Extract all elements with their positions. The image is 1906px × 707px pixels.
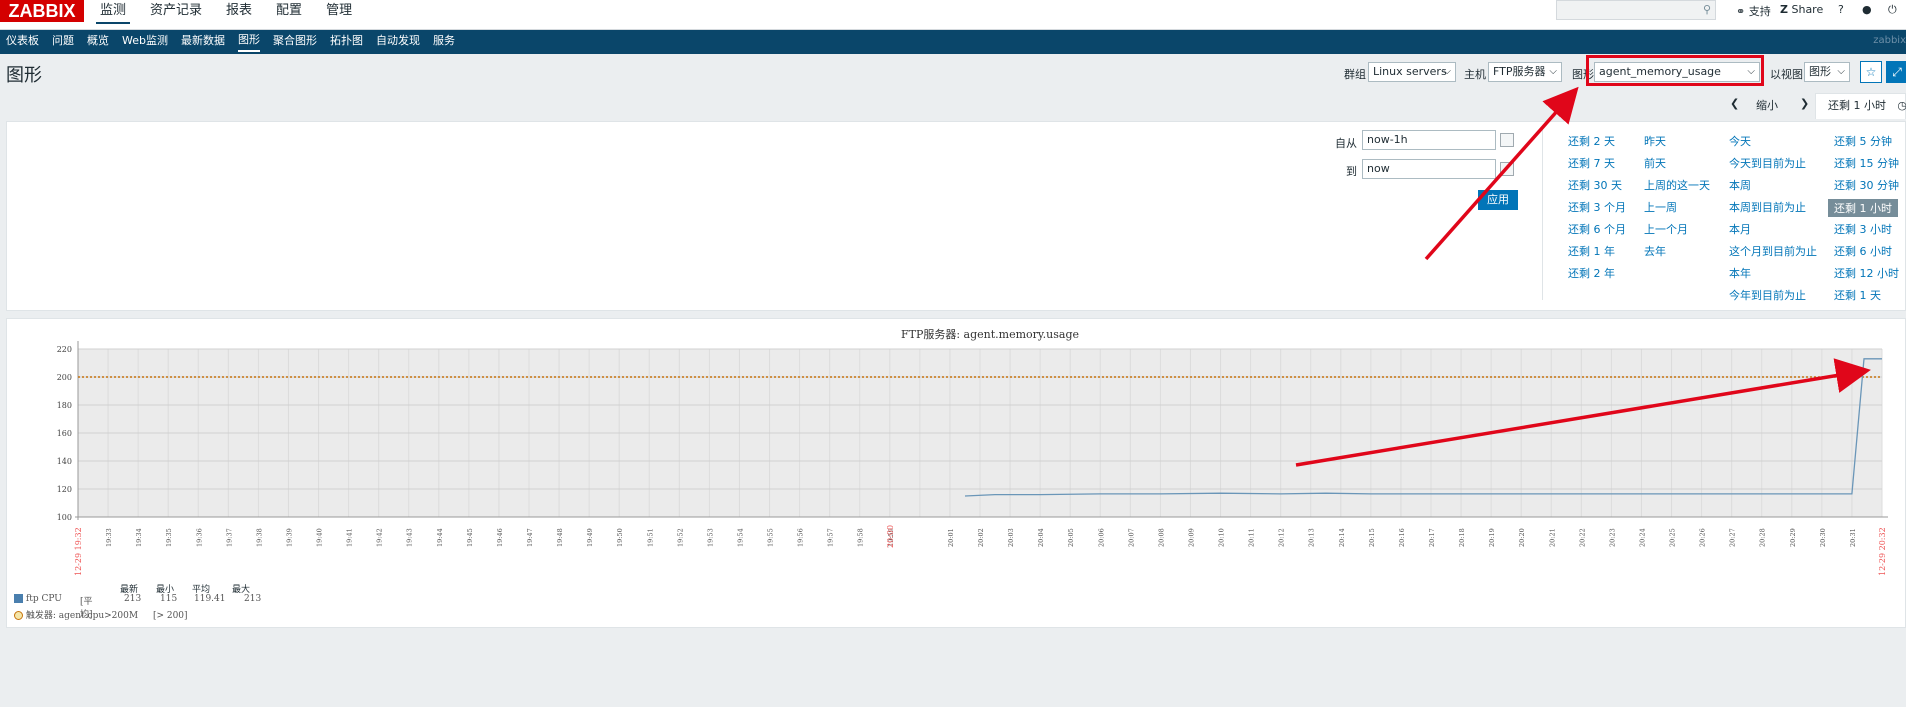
x-tick-label: 20:11 [1248, 528, 1256, 547]
x-tick-label: 20:02 [977, 528, 985, 547]
x-tick-label: 19:58 [857, 528, 865, 547]
x-tick-label: 20:04 [1037, 528, 1045, 547]
legend-series-name: ftp CPU [25, 594, 62, 604]
y-tick-label: 180 [57, 401, 72, 410]
x-tick-label: 20:06 [1097, 528, 1105, 547]
legend-trigger-row: 触发器: agent.cpu>200M [> 200] [14, 608, 188, 621]
x-tick-label: 20:27 [1729, 528, 1737, 547]
x-tick-label: 19:36 [195, 528, 203, 547]
x-tick-label-major: 12-29 20:32 [1878, 527, 1887, 576]
y-tick-label: 140 [57, 457, 72, 466]
x-tick-label: 20:23 [1608, 528, 1616, 547]
x-tick-label: 20:08 [1157, 528, 1165, 547]
x-tick-label: 19:39 [285, 528, 293, 547]
chart-title: FTP服务器: agent.memory.usage [901, 328, 1079, 341]
x-tick-label: 19:41 [346, 528, 354, 547]
y-tick-label: 120 [57, 485, 72, 494]
trigger-swatch [14, 611, 23, 620]
x-tick-label: 19:40 [316, 528, 324, 547]
x-tick-label: 20:30 [1819, 528, 1827, 547]
x-tick-label: 20:25 [1669, 528, 1677, 547]
x-tick-label: 20:15 [1368, 528, 1376, 547]
y-tick-label: 200 [57, 373, 72, 382]
x-tick-label: 19:45 [466, 528, 474, 547]
legend-min: 115 [160, 594, 178, 604]
x-tick-label: 20:05 [1067, 528, 1075, 547]
x-tick-label: 20:16 [1398, 528, 1406, 547]
x-tick-label: 20:22 [1578, 528, 1586, 547]
y-tick-label: 100 [57, 513, 72, 522]
series-swatch [14, 594, 23, 603]
x-tick-label: 19:51 [646, 528, 654, 547]
x-tick-label: 19:54 [736, 528, 744, 547]
x-tick-label: 19:42 [376, 528, 384, 547]
x-tick-label-major: 12-29 19:32 [74, 527, 83, 576]
x-tick-label: 20:21 [1548, 528, 1556, 547]
x-tick-label: 20:13 [1308, 528, 1316, 547]
x-tick-label: 19:46 [496, 528, 504, 547]
x-tick-label: 19:48 [556, 528, 564, 547]
x-tick-label: 20:24 [1638, 528, 1646, 547]
trigger-condition: [> 200] [152, 611, 188, 621]
graph-chart: FTP服务器: agent.memory.usage 100 120 140 160 1… [57, 328, 1888, 576]
x-tick-label: 19:52 [676, 528, 684, 547]
x-tick-label: 19:47 [526, 528, 534, 547]
x-tick-label: 19:34 [135, 528, 143, 547]
x-tick-label: 19:37 [225, 528, 233, 547]
x-tick-label: 20:03 [1007, 528, 1015, 547]
legend-row: ftp CPU [平均] 213 115 119.41 213 [14, 594, 261, 620]
x-tick-label: 19:38 [255, 528, 263, 547]
trigger-label: 触发器: [25, 611, 56, 621]
x-tick-label: 20:19 [1488, 528, 1496, 547]
x-tick-label: 20:12 [1278, 528, 1286, 547]
x-tick-label: 20:07 [1127, 528, 1135, 547]
x-tick-label: 20:29 [1789, 528, 1797, 547]
x-tick-label: 20:17 [1428, 528, 1436, 547]
x-tick-label: 19:55 [767, 528, 775, 547]
x-tick-label: 19:56 [797, 528, 805, 547]
x-tick-label: 19:33 [105, 528, 113, 547]
legend-max: 213 [244, 594, 262, 604]
x-tick-label: 19:50 [616, 528, 624, 547]
x-tick-label: 20:10 [1218, 528, 1226, 547]
x-tick-label: 20:14 [1338, 528, 1346, 547]
x-tick-label: 19:53 [706, 528, 714, 547]
x-tick-label: 20:31 [1849, 528, 1857, 547]
x-tick-label: 20:09 [1187, 528, 1195, 547]
trigger-name: agent.cpu>200M [58, 611, 139, 621]
x-tick-label: 19:44 [436, 528, 444, 547]
x-tick-label: 20:28 [1759, 528, 1767, 547]
x-tick-label: 20:01 [947, 528, 955, 547]
y-tick-label: 220 [57, 345, 72, 354]
y-tick-label: 160 [57, 429, 72, 438]
x-tick-label: 19:49 [586, 528, 594, 547]
legend-avg: 119.41 [194, 594, 226, 604]
x-tick-label: 20:18 [1458, 528, 1466, 547]
x-tick-label: 20:26 [1699, 528, 1707, 547]
legend-last: 213 [124, 594, 142, 604]
x-tick-label: 19:57 [827, 528, 835, 547]
x-tick-label-major: 20:00 [886, 525, 895, 548]
x-tick-label: 19:35 [165, 528, 173, 547]
x-tick-label: 19:43 [406, 528, 414, 547]
x-tick-label: 20:20 [1518, 528, 1526, 547]
